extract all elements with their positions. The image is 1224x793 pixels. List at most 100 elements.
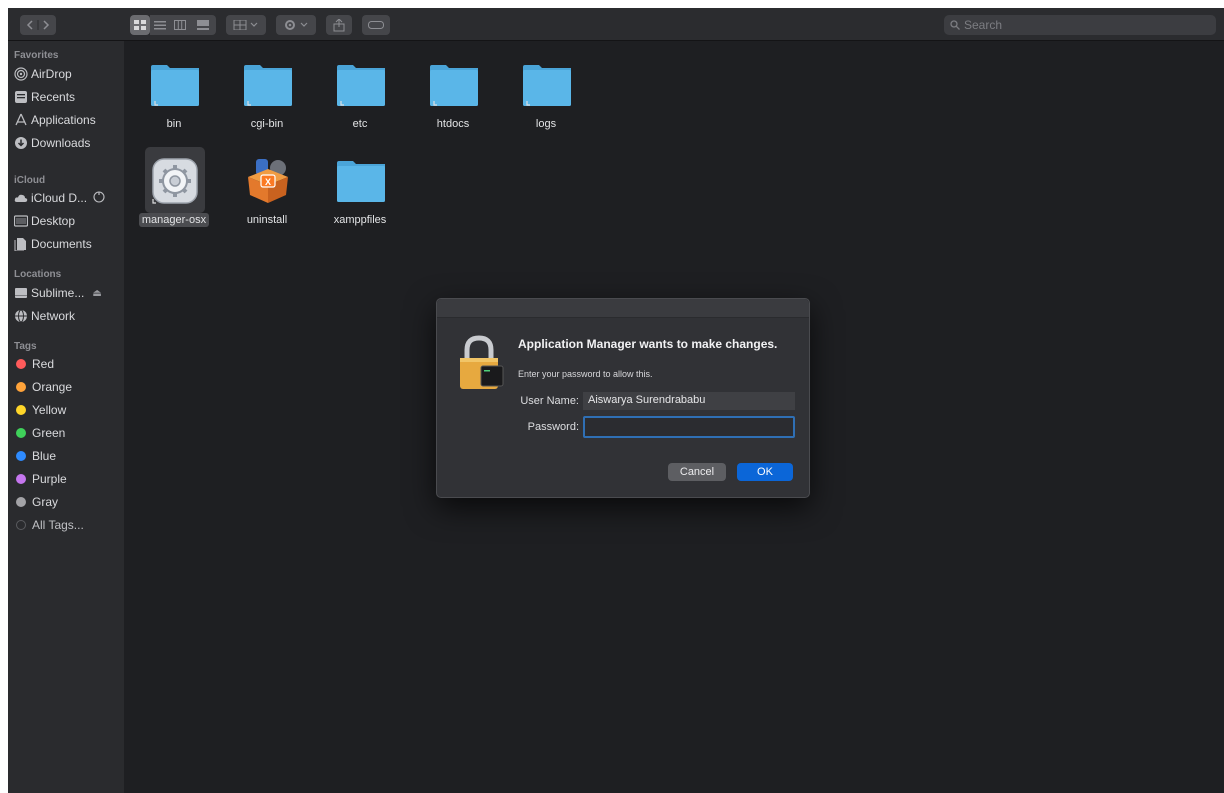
- file-item-logs[interactable]: logs: [508, 49, 584, 139]
- file-name: manager-osx: [136, 213, 212, 227]
- back-forward-buttons[interactable]: [20, 15, 56, 35]
- sidebar: Favorites AirDrop Recents Applications D…: [8, 41, 124, 793]
- icon-view-button[interactable]: [130, 15, 150, 35]
- file-item-xamppfiles[interactable]: xamppfiles: [322, 145, 398, 235]
- network-icon: [14, 309, 28, 323]
- sidebar-item-network[interactable]: Network: [14, 306, 122, 326]
- recents-icon: [14, 90, 28, 104]
- sidebar-item-label: Orange: [32, 380, 73, 394]
- gallery-view-button[interactable]: [190, 15, 216, 35]
- sidebar-item-label: Network: [31, 309, 76, 323]
- folder-icon: [337, 65, 385, 106]
- action-menu-button[interactable]: [276, 15, 316, 35]
- airdrop-icon: [14, 67, 28, 81]
- sidebar-item-label: Red: [32, 357, 55, 371]
- folder-icon: [244, 65, 292, 106]
- file-item-cgi-bin[interactable]: cgi-bin: [229, 49, 305, 139]
- tag-dot-icon: [16, 428, 26, 438]
- sidebar-tag-gray[interactable]: Gray: [14, 492, 122, 512]
- file-name: cgi-bin: [250, 118, 284, 130]
- file-name: uninstall: [246, 214, 288, 226]
- section-title-icloud: iCloud: [14, 175, 46, 186]
- username-label: User Name:: [520, 395, 579, 407]
- sidebar-tag-red[interactable]: Red: [14, 354, 122, 374]
- sidebar-item-icloud-drive[interactable]: iCloud D...: [14, 188, 122, 208]
- file-name: etc: [352, 118, 368, 130]
- share-button[interactable]: [326, 15, 352, 35]
- disk-icon: [14, 286, 28, 300]
- file-item-htdocs[interactable]: htdocs: [415, 49, 491, 139]
- sidebar-tag-purple[interactable]: Purple: [14, 469, 122, 489]
- tag-dot-icon: [16, 382, 26, 392]
- search-field[interactable]: Search: [944, 15, 1216, 35]
- file-name: xamppfiles: [333, 214, 387, 226]
- documents-icon: [14, 237, 28, 251]
- sidebar-item-label: Desktop: [31, 214, 76, 228]
- toolbar: Search: [8, 8, 1224, 41]
- lock-icon: [460, 335, 504, 389]
- group-by-button[interactable]: [226, 15, 266, 35]
- sidebar-tag-green[interactable]: Green: [14, 423, 122, 443]
- sidebar-item-label: Gray: [32, 495, 59, 509]
- sidebar-tag-blue[interactable]: Blue: [14, 446, 122, 466]
- search-icon: [950, 20, 960, 30]
- section-title-favorites: Favorites: [14, 50, 59, 61]
- sidebar-item-label: Applications: [31, 113, 96, 127]
- sidebar-item-sublime[interactable]: Sublime... ⏏: [14, 283, 122, 303]
- cancel-button[interactable]: Cancel: [668, 463, 726, 481]
- columns-icon: [174, 20, 186, 30]
- tag-dot-icon: [16, 497, 26, 507]
- cloud-icon: [14, 191, 28, 205]
- file-name: logs: [535, 118, 557, 130]
- sidebar-tag-orange[interactable]: Orange: [14, 377, 122, 397]
- list-view-button[interactable]: [150, 15, 170, 35]
- sidebar-item-documents[interactable]: Documents: [14, 234, 122, 254]
- search-placeholder: Search: [964, 18, 1003, 32]
- file-name: bin: [166, 118, 182, 130]
- sidebar-item-recents[interactable]: Recents: [14, 87, 122, 107]
- folder-icon: [337, 161, 385, 202]
- tag-dot-icon: [16, 474, 26, 484]
- sidebar-item-label: Purple: [32, 472, 67, 486]
- chevron-left-right-icon: [26, 20, 50, 30]
- downloads-icon: [14, 136, 28, 150]
- sidebar-item-label: Recents: [31, 90, 76, 104]
- sidebar-tag-all-tags[interactable]: All Tags...: [14, 515, 122, 535]
- tag-dot-icon: [16, 405, 26, 415]
- password-label: Password:: [527, 421, 579, 433]
- password-field[interactable]: [583, 416, 795, 438]
- manager-app-gear-icon: [152, 158, 198, 204]
- finder-window: Search Favorites AirDrop Recents Applica…: [8, 8, 1224, 793]
- dialog-title: Application Manager wants to make change…: [518, 337, 778, 351]
- ok-button[interactable]: OK: [737, 463, 793, 481]
- file-item-uninstall[interactable]: X uninstall: [229, 145, 305, 235]
- sidebar-item-label: Yellow: [32, 403, 67, 417]
- dialog-subtitle: Enter your password to allow this.: [518, 369, 653, 379]
- svg-text:X: X: [265, 177, 271, 187]
- file-item-etc[interactable]: etc: [322, 49, 398, 139]
- xampp-uninstall-icon: X: [248, 159, 288, 203]
- sidebar-item-airdrop[interactable]: AirDrop: [14, 64, 122, 84]
- sidebar-item-label: Documents: [31, 237, 92, 251]
- file-item-manager-osx[interactable]: manager-osx: [136, 145, 212, 235]
- sidebar-item-label: All Tags...: [32, 518, 84, 532]
- file-item-bin[interactable]: bin: [136, 49, 212, 139]
- folder-icon: [523, 65, 571, 106]
- sidebar-item-desktop[interactable]: Desktop: [14, 211, 122, 231]
- sidebar-item-label: Downloads: [31, 136, 91, 150]
- sidebar-item-applications[interactable]: Applications: [14, 110, 122, 130]
- eject-icon[interactable]: ⏏: [92, 288, 101, 299]
- desktop-icon: [14, 214, 28, 228]
- group-grid-dropdown-icon: [233, 20, 258, 30]
- list-icon: [154, 21, 166, 30]
- progress-circle-icon: [93, 190, 105, 206]
- username-field[interactable]: Aiswarya Surendrababu: [583, 392, 795, 410]
- dialog-titlebar: [437, 299, 809, 318]
- grid-icon: [134, 20, 146, 30]
- sidebar-tag-yellow[interactable]: Yellow: [14, 400, 122, 420]
- folder-icon: [430, 65, 478, 106]
- folder-icon: [151, 65, 199, 106]
- sidebar-item-downloads[interactable]: Downloads: [14, 133, 122, 153]
- tags-button[interactable]: [362, 15, 390, 35]
- column-view-button[interactable]: [170, 15, 190, 35]
